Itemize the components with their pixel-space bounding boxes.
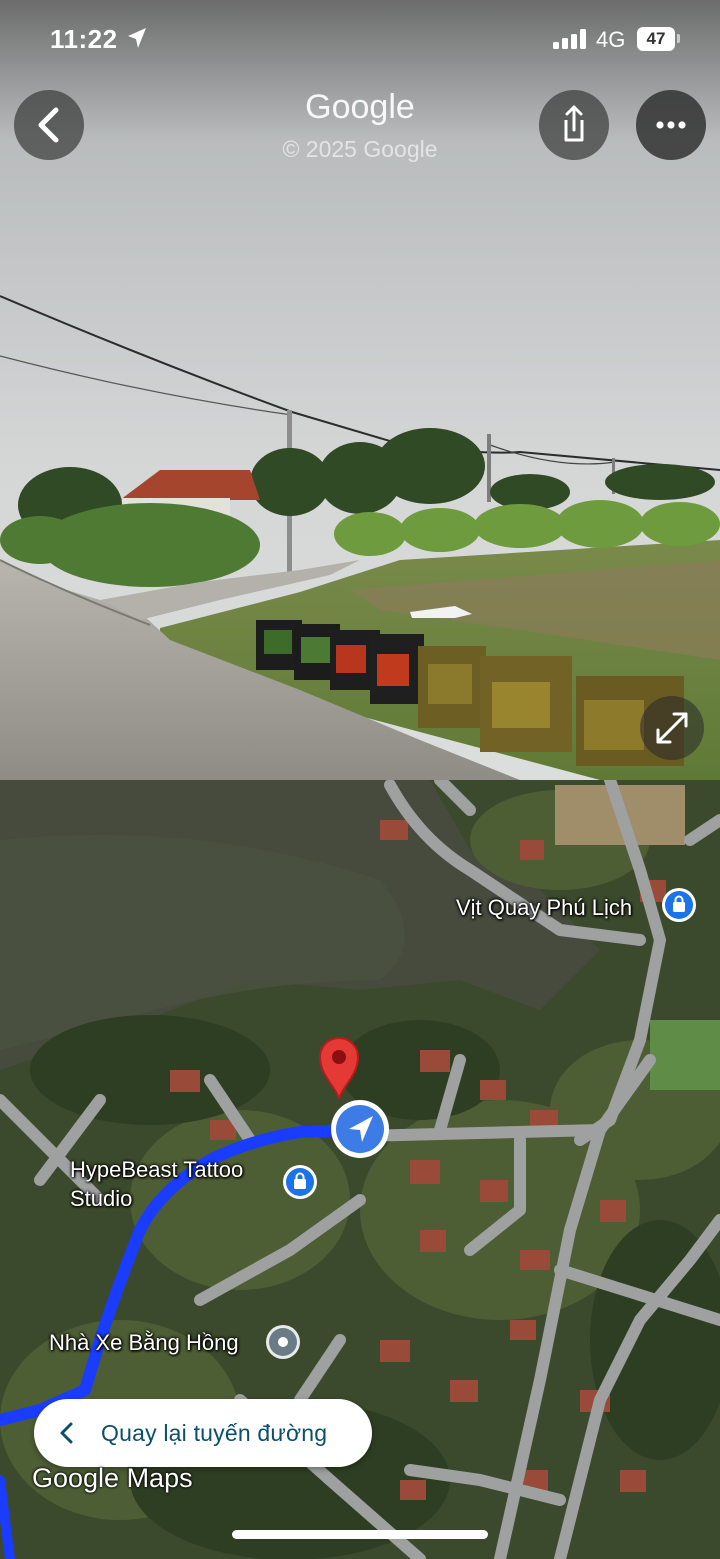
street-view-panel[interactable]: 11:22 4G 47 Google © 2025 Google: [0, 0, 720, 780]
poi-label-nha-xe[interactable]: Nhà Xe Bằng Hồng: [49, 1328, 239, 1357]
map-panel[interactable]: Vịt Quay Phú Lịch HypeBeast Tattoo Studi…: [0, 780, 720, 1559]
network-type: 4G: [596, 27, 626, 52]
google-maps-logo: Google Maps: [32, 1463, 193, 1493]
more-horizontal-icon: [656, 121, 686, 129]
chevron-left-icon: [60, 1422, 73, 1444]
battery-level: 47: [646, 29, 666, 48]
share-icon: [564, 105, 584, 142]
poi-vit-quay[interactable]: [662, 888, 696, 922]
location-arrow-icon: [128, 28, 146, 48]
battery-icon: 47: [637, 27, 681, 53]
cellular-signal-icon: [553, 29, 586, 49]
shopping-bag-icon: [286, 1168, 314, 1196]
back-to-route-button[interactable]: Quay lại tuyến đường: [34, 1399, 372, 1467]
copyright-text: © 2025 Google: [282, 136, 438, 162]
status-bar: 11:22 4G 47: [0, 0, 720, 80]
expand-button[interactable]: [640, 696, 704, 760]
more-options-button[interactable]: [636, 90, 706, 160]
street-view-title: Google: [305, 88, 415, 126]
share-button[interactable]: [539, 90, 609, 160]
poi-nha-xe[interactable]: [266, 1325, 300, 1359]
poi-label-hypebeast-line1[interactable]: HypeBeast Tattoo: [70, 1155, 243, 1184]
navigation-arrow-icon[interactable]: [329, 1098, 391, 1160]
back-to-route-label: Quay lại tuyến đường: [101, 1420, 328, 1446]
place-dot-icon: [269, 1328, 297, 1356]
expand-icon: [656, 712, 688, 744]
map-pin-icon[interactable]: [316, 1035, 362, 1101]
back-arrow-icon: [38, 107, 59, 143]
back-button[interactable]: [14, 90, 84, 160]
status-time: 11:22: [50, 24, 118, 54]
poi-label-hypebeast-line2[interactable]: Studio: [70, 1184, 132, 1213]
poi-label-vit-quay[interactable]: Vịt Quay Phú Lịch: [456, 893, 632, 922]
shopping-bag-icon: [665, 891, 693, 919]
poi-hypebeast[interactable]: [283, 1165, 317, 1199]
home-indicator[interactable]: [232, 1530, 488, 1539]
